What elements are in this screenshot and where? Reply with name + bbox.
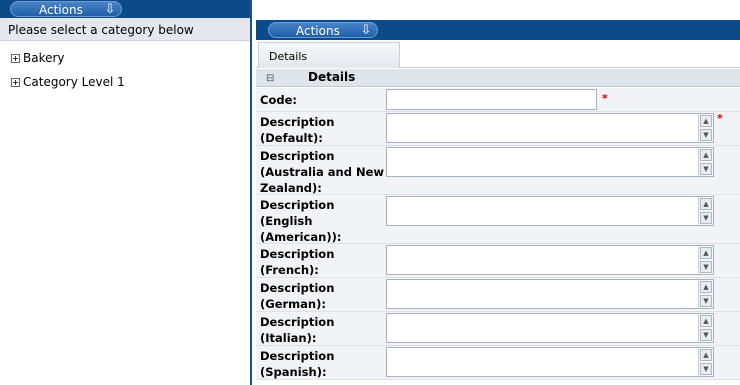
category-panel: Actions ⇩ Please select a category below… xyxy=(0,0,252,385)
scroll-up-icon[interactable]: ▲ xyxy=(700,315,712,327)
form-row-code: Code: * xyxy=(256,88,740,112)
right-actions-label: Actions xyxy=(296,24,340,38)
right-toolbar: Actions ⇩ xyxy=(256,20,740,40)
form-row-description-french: Description (French): ▲ ▼ xyxy=(256,244,740,278)
arrow-down-icon: ⇩ xyxy=(104,2,116,17)
description-english-textarea[interactable]: ▲ ▼ xyxy=(386,196,714,226)
tree-item-bakery[interactable]: Bakery xyxy=(0,46,250,70)
scroll-up-icon[interactable]: ▲ xyxy=(700,115,712,127)
form-row-description-australia: Description (Australia and New Zealand):… xyxy=(256,146,740,195)
field-label: Description (German): xyxy=(260,281,335,311)
plus-box-icon[interactable] xyxy=(11,77,20,87)
app-root: Actions ⇩ Please select a category below… xyxy=(0,0,740,385)
scroll-up-icon[interactable]: ▲ xyxy=(700,349,712,361)
form-row-description-default: Description (Default): ▲ ▼ * xyxy=(256,112,740,146)
field-label: Description (French): xyxy=(260,247,335,277)
tree-item-label[interactable]: Bakery xyxy=(23,51,65,65)
required-marker: * xyxy=(602,92,608,105)
scroll-down-icon[interactable]: ▼ xyxy=(700,295,712,307)
minus-icon[interactable]: ⊟ xyxy=(266,73,274,84)
scroll-up-icon[interactable]: ▲ xyxy=(700,281,712,293)
field-label: Description (English (American)): xyxy=(260,198,342,244)
tree-item-category-level-1[interactable]: Category Level 1 xyxy=(0,70,250,94)
scroll-down-icon[interactable]: ▼ xyxy=(700,261,712,273)
field-label: Description (Spanish): xyxy=(260,349,335,379)
category-prompt: Please select a category below xyxy=(0,18,250,41)
section-title: Details xyxy=(308,70,356,84)
required-marker: * xyxy=(717,112,723,125)
textarea-scrollbar[interactable]: ▲ ▼ xyxy=(698,280,713,308)
category-tree: Bakery Category Level 1 xyxy=(0,41,250,94)
arrow-down-icon: ⇩ xyxy=(360,23,372,38)
field-label: Description (Italian): xyxy=(260,315,335,345)
description-spanish-textarea[interactable]: ▲ ▼ xyxy=(386,347,714,377)
form-row-description-english: Description (English (American)): ▲ ▼ xyxy=(256,195,740,244)
scroll-up-icon[interactable]: ▲ xyxy=(700,247,712,259)
form-row-description-german: Description (German): ▲ ▼ xyxy=(256,278,740,312)
details-section-header[interactable]: ⊟ Details xyxy=(256,69,740,87)
textarea-scrollbar[interactable]: ▲ ▼ xyxy=(698,148,713,176)
left-actions-button[interactable]: Actions ⇩ xyxy=(10,1,122,17)
field-label: Code: xyxy=(260,93,297,107)
form-row-description-italian: Description (Italian): ▲ ▼ xyxy=(256,312,740,346)
scroll-down-icon[interactable]: ▼ xyxy=(700,329,712,341)
scroll-down-icon[interactable]: ▼ xyxy=(700,129,712,141)
scroll-down-icon[interactable]: ▼ xyxy=(700,163,712,175)
field-label: Description (Default): xyxy=(260,115,335,145)
scroll-down-icon[interactable]: ▼ xyxy=(700,363,712,375)
description-default-textarea[interactable]: ▲ ▼ xyxy=(386,113,714,143)
code-input[interactable] xyxy=(386,89,597,110)
scroll-up-icon[interactable]: ▲ xyxy=(700,198,712,210)
textarea-scrollbar[interactable]: ▲ ▼ xyxy=(698,197,713,225)
textarea-scrollbar[interactable]: ▲ ▼ xyxy=(698,348,713,376)
tab-strip: Details xyxy=(256,42,740,68)
description-italian-textarea[interactable]: ▲ ▼ xyxy=(386,313,714,343)
right-actions-button[interactable]: Actions ⇩ xyxy=(268,22,378,38)
scroll-down-icon[interactable]: ▼ xyxy=(700,212,712,224)
details-panel: Actions ⇩ Details ⊟ Details Code: * Desc… xyxy=(254,0,740,385)
textarea-scrollbar[interactable]: ▲ ▼ xyxy=(698,314,713,342)
description-french-textarea[interactable]: ▲ ▼ xyxy=(386,245,714,275)
description-german-textarea[interactable]: ▲ ▼ xyxy=(386,279,714,309)
scroll-up-icon[interactable]: ▲ xyxy=(700,149,712,161)
field-label: Description (Australia and New Zealand): xyxy=(260,149,384,195)
textarea-scrollbar[interactable]: ▲ ▼ xyxy=(698,114,713,142)
textarea-scrollbar[interactable]: ▲ ▼ xyxy=(698,246,713,274)
left-toolbar: Actions ⇩ xyxy=(0,0,250,18)
tab-details[interactable]: Details xyxy=(258,42,400,68)
description-australia-textarea[interactable]: ▲ ▼ xyxy=(386,147,714,177)
plus-box-icon[interactable] xyxy=(11,53,20,63)
form-row-description-spanish: Description (Spanish): ▲ ▼ xyxy=(256,346,740,380)
left-actions-label: Actions xyxy=(39,3,83,17)
tree-item-label[interactable]: Category Level 1 xyxy=(23,75,125,89)
